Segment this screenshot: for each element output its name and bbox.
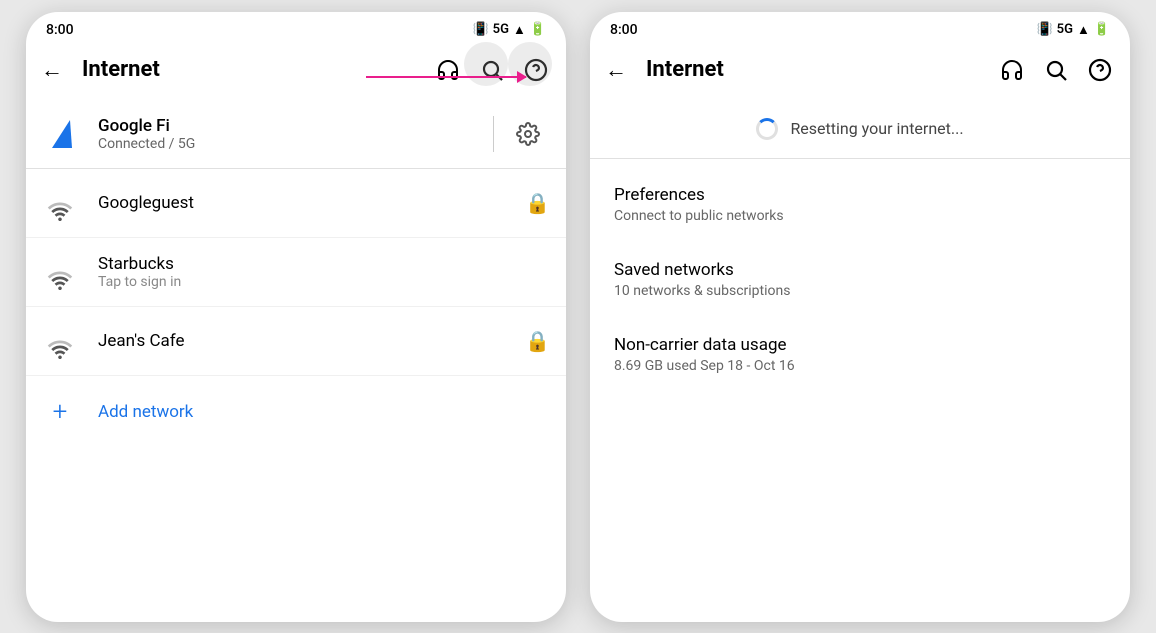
toolbar-right <box>990 48 1122 92</box>
5g-label: 5G <box>493 22 509 37</box>
network-info-googleguest: Googleguest <box>98 193 525 213</box>
headphones-icon-right <box>1000 58 1024 82</box>
battery-icon: 🔋 <box>530 22 546 37</box>
lock-icon-googleguest: 🔒 <box>525 191 550 215</box>
network-name-jeans: Jean's Cafe <box>98 331 525 351</box>
vibrate-icon-right: 📳 <box>1036 22 1052 37</box>
wifi-icon-jeans <box>42 323 78 359</box>
right-phone: 8:00 📳 5G ▲ 🔋 ← Internet <box>590 12 1130 622</box>
gear-icon <box>516 122 540 146</box>
resetting-text: Resetting your internet... <box>790 119 963 138</box>
left-phone: 8:00 📳 5G ▲ 🔋 ← Internet <box>26 12 566 622</box>
search-button-left[interactable] <box>470 48 514 92</box>
network-info-starbucks: Starbucks Tap to sign in <box>98 254 550 290</box>
preferences-menu-item[interactable]: Preferences Connect to public networks <box>590 167 1130 242</box>
wifi-icon-starbucks <box>42 254 78 290</box>
data-usage-title: Non-carrier data usage <box>614 335 1106 355</box>
back-button-right[interactable]: ← <box>594 48 638 92</box>
network-name-googleguest: Googleguest <box>98 193 525 213</box>
search-icon-left <box>480 58 504 82</box>
app-bar-right: ← Internet <box>590 44 1130 100</box>
battery-icon-right: 🔋 <box>1094 22 1110 37</box>
headphones-button-right[interactable] <box>990 48 1034 92</box>
app-bar-left: ← Internet <box>26 44 566 100</box>
data-usage-menu-item[interactable]: Non-carrier data usage 8.69 GB used Sep … <box>590 317 1130 392</box>
settings-button[interactable] <box>506 112 550 156</box>
connected-info: Google Fi Connected / 5G <box>98 116 481 152</box>
network-info-jeans: Jean's Cafe <box>98 331 525 351</box>
headphones-button-left[interactable] <box>426 48 470 92</box>
network-list: Googleguest 🔒 Starbucks Tap to sign in <box>26 169 566 622</box>
help-icon-left <box>524 58 548 82</box>
status-bar-left: 8:00 📳 5G ▲ 🔋 <box>26 12 566 44</box>
time-right: 8:00 <box>610 22 638 38</box>
add-network-button[interactable]: + Add network <box>26 376 566 448</box>
back-arrow-icon: ← <box>41 57 63 83</box>
list-item[interactable]: Starbucks Tap to sign in <box>26 238 566 307</box>
lock-icon-jeans: 🔒 <box>525 329 550 353</box>
5g-label-right: 5G <box>1057 22 1073 37</box>
headphones-icon <box>436 58 460 82</box>
list-item[interactable]: Jean's Cafe 🔒 <box>26 307 566 376</box>
connected-network-row[interactable]: Google Fi Connected / 5G <box>26 100 566 169</box>
preferences-title: Preferences <box>614 185 1106 205</box>
divider-vertical <box>493 116 494 152</box>
loading-spinner <box>756 118 778 140</box>
help-button-left[interactable] <box>514 48 558 92</box>
preferences-subtitle: Connect to public networks <box>614 208 1106 224</box>
connected-name: Google Fi <box>98 116 481 136</box>
signal-icon: ▲ <box>513 22 526 38</box>
back-arrow-icon-right: ← <box>605 57 627 83</box>
saved-networks-title: Saved networks <box>614 260 1106 280</box>
time-left: 8:00 <box>46 22 74 38</box>
wifi-icon-googleguest <box>42 185 78 221</box>
saved-networks-menu-item[interactable]: Saved networks 10 networks & subscriptio… <box>590 242 1130 317</box>
saved-networks-subtitle: 10 networks & subscriptions <box>614 283 1106 299</box>
back-button-left[interactable]: ← <box>30 48 74 92</box>
search-icon-right <box>1044 58 1068 82</box>
resetting-bar: Resetting your internet... <box>590 100 1130 159</box>
help-icon-right <box>1088 58 1112 82</box>
page-title-left: Internet <box>82 57 418 82</box>
signal-icon-right: ▲ <box>1077 22 1090 38</box>
page-title-right: Internet <box>646 57 982 82</box>
help-button-right[interactable] <box>1078 48 1122 92</box>
status-bar-right: 8:00 📳 5G ▲ 🔋 <box>590 12 1130 44</box>
status-icons-right: 📳 5G ▲ 🔋 <box>1036 22 1110 38</box>
vibrate-icon: 📳 <box>472 22 488 37</box>
network-name-starbucks: Starbucks <box>98 254 550 274</box>
add-icon: + <box>42 394 78 430</box>
connected-subtitle: Connected / 5G <box>98 136 481 152</box>
list-item[interactable]: Googleguest 🔒 <box>26 169 566 238</box>
content-right: Resetting your internet... Preferences C… <box>590 100 1130 622</box>
search-button-right[interactable] <box>1034 48 1078 92</box>
toolbar-left <box>426 48 558 92</box>
menu-section: Preferences Connect to public networks S… <box>590 159 1130 622</box>
add-network-label: Add network <box>98 402 193 422</box>
status-icons-left: 📳 5G ▲ 🔋 <box>472 22 546 38</box>
network-sub-starbucks: Tap to sign in <box>98 274 550 290</box>
data-usage-subtitle: 8.69 GB used Sep 18 - Oct 16 <box>614 358 1106 374</box>
wifi-connected-icon <box>42 114 82 154</box>
content-left: Google Fi Connected / 5G <box>26 100 566 622</box>
